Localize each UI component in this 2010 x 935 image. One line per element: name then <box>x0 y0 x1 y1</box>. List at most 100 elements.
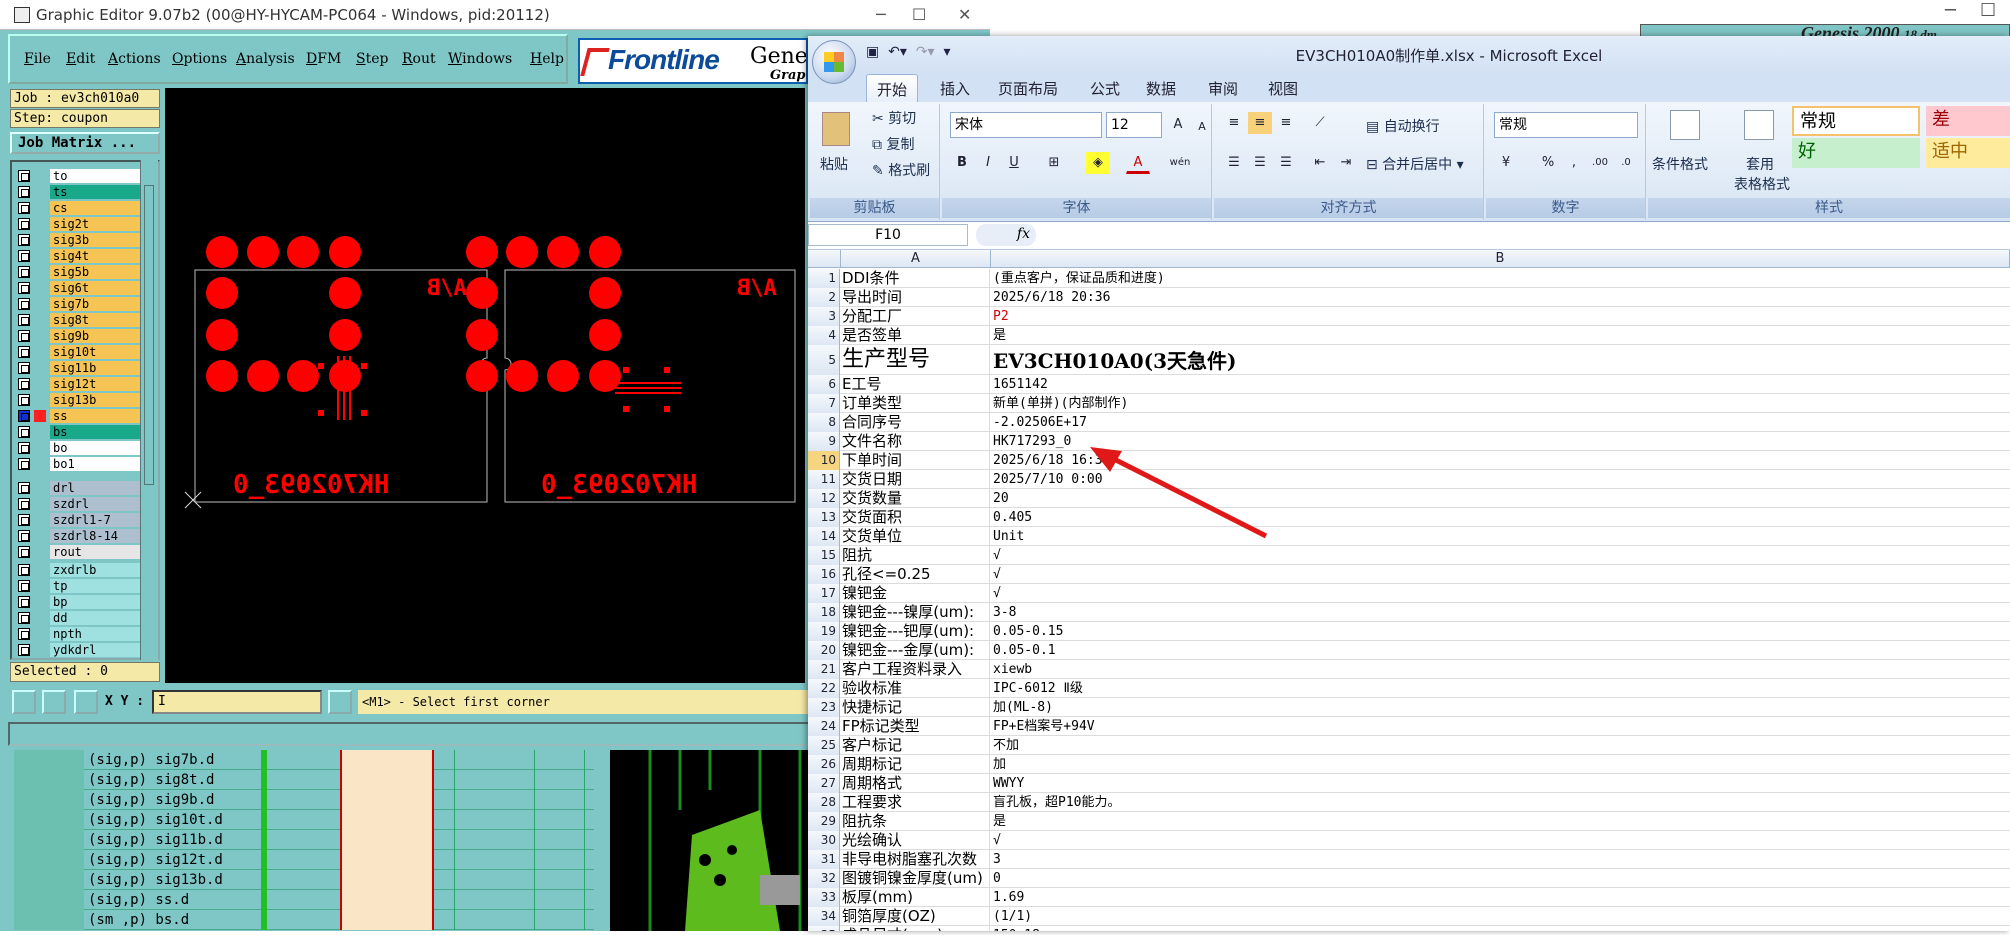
layer-row[interactable]: dd <box>16 610 146 626</box>
cell-a[interactable]: 光绘确认 <box>842 831 990 850</box>
cell-b[interactable]: √ <box>992 584 2010 603</box>
table-format-icon[interactable] <box>1744 110 1774 140</box>
wrap-text-button[interactable]: ▤ 自动换行 <box>1366 116 1440 136</box>
layer-row[interactable]: rout <box>16 544 146 560</box>
layer-name[interactable]: bo1 <box>50 457 146 471</box>
cell-b[interactable]: 2025/7/10 0:00 <box>992 470 2010 489</box>
layer-checkbox[interactable] <box>18 250 30 262</box>
layer-checkbox[interactable] <box>18 282 30 294</box>
layer-name[interactable]: sig2t <box>50 217 146 231</box>
layer-checkbox[interactable] <box>18 170 30 182</box>
cell-a[interactable]: 镍钯金 <box>842 584 990 603</box>
cell-b[interactable]: 2025/6/18 20:36 <box>992 288 2010 307</box>
cell-b[interactable]: xiewb <box>992 660 2010 679</box>
row-number[interactable]: 26 <box>808 755 840 774</box>
tab-view[interactable]: 视图 <box>1268 78 1298 99</box>
layer-name[interactable]: sig9b <box>50 329 146 343</box>
cell-b[interactable]: 3 <box>992 850 2010 869</box>
shrink-font-button[interactable]: A <box>1190 116 1214 138</box>
layer-checkbox[interactable] <box>18 596 30 608</box>
minimize-icon[interactable]: ─ <box>876 0 886 30</box>
paste-button[interactable]: 粘贴 <box>820 154 848 174</box>
cell-b[interactable]: 新单(单拼)(内部制作) <box>992 394 2010 413</box>
cell-a[interactable]: 交货单位 <box>842 527 990 546</box>
layer-table-row[interactable]: (sig,p) sig9b.d <box>14 790 594 810</box>
menu-windows[interactable]: Windows <box>448 51 512 67</box>
tab-insert[interactable]: 插入 <box>940 78 970 99</box>
cell-a[interactable]: 非导电树脂塞孔次数 <box>842 850 990 869</box>
font-size-select[interactable]: 12 <box>1106 112 1162 138</box>
layer-row[interactable]: sig11b <box>16 360 146 376</box>
menu-rout[interactable]: Rout <box>402 51 436 67</box>
row-number[interactable]: 24 <box>808 717 840 736</box>
cell-b[interactable]: 1651142 <box>992 375 2010 394</box>
row-number[interactable]: 34 <box>808 907 840 926</box>
maximize-icon[interactable]: ☐ <box>912 0 926 30</box>
layer-row[interactable]: cs <box>16 200 146 216</box>
cell-a[interactable]: 生产型号 <box>842 345 990 375</box>
cell-b[interactable]: (重点客户，保证品质和进度) <box>992 269 2010 288</box>
layer-row[interactable]: sig5b <box>16 264 146 280</box>
layer-name[interactable]: sig6t <box>50 281 146 295</box>
layer-row[interactable]: drl <box>16 480 146 496</box>
cell-a[interactable]: 铜箔厚度(OZ) <box>842 907 990 926</box>
row-number[interactable]: 33 <box>808 888 840 907</box>
layer-name[interactable]: bp <box>50 595 146 609</box>
layer-row[interactable]: sig6t <box>16 280 146 296</box>
select-all[interactable] <box>808 250 841 268</box>
layer-checkbox[interactable] <box>18 202 30 214</box>
font-name-select[interactable]: 宋体 <box>950 112 1102 138</box>
layer-row[interactable]: sig4t <box>16 248 146 264</box>
layer-checkbox[interactable] <box>18 546 30 558</box>
format-painter-button[interactable]: ✎ 格式刷 <box>872 160 930 180</box>
cell-a[interactable]: 客户工程资料录入 <box>842 660 990 679</box>
layer-name[interactable]: sig13b <box>50 393 146 407</box>
style-bad[interactable]: 差 <box>1926 106 2010 136</box>
align-top-icon[interactable]: ≡ <box>1222 112 1246 134</box>
layer-checkbox[interactable] <box>18 530 30 542</box>
cell-a[interactable]: 验收标准 <box>842 679 990 698</box>
row-number[interactable]: 15 <box>808 546 840 565</box>
cell-b[interactable]: 0.05-0.1 <box>992 641 2010 660</box>
row-number[interactable]: 13 <box>808 508 840 527</box>
layer-row[interactable]: ss <box>16 408 146 424</box>
row-number[interactable]: 1 <box>808 269 840 288</box>
command-line[interactable] <box>8 722 820 746</box>
layer-name[interactable]: drl <box>50 481 146 495</box>
row-number[interactable]: 5 <box>808 345 840 375</box>
cell-b[interactable]: √ <box>992 565 2010 584</box>
graphic-canvas[interactable]: A/B A/B HK702093_0 HK702093_0 <box>165 88 805 683</box>
menu-step[interactable]: Step <box>356 51 388 67</box>
row-number[interactable]: 20 <box>808 641 840 660</box>
layer-row[interactable]: sig13b <box>16 392 146 408</box>
row-number[interactable]: 30 <box>808 831 840 850</box>
zoom-icon[interactable] <box>12 690 36 714</box>
cell-a[interactable]: 图镀铜镍金厚度(um) <box>842 869 990 888</box>
restore-icon[interactable]: ☐ <box>1980 0 1996 21</box>
layer-name[interactable]: dd <box>50 611 146 625</box>
layer-checkbox[interactable] <box>18 186 30 198</box>
layer-name[interactable]: zxdrlb <box>50 563 146 577</box>
row-number[interactable]: 9 <box>808 432 840 451</box>
row-number[interactable]: 35 <box>808 926 840 931</box>
row-number[interactable]: 3 <box>808 307 840 326</box>
cell-b[interactable]: P2 <box>992 307 2010 326</box>
cell-b[interactable]: 0 <box>992 869 2010 888</box>
info-icon[interactable] <box>328 690 352 714</box>
layer-name[interactable]: sig12t <box>50 377 146 391</box>
cell-b[interactable]: WWYY <box>992 774 2010 793</box>
cell-b[interactable]: 是 <box>992 326 2010 345</box>
cell-a[interactable]: 孔径<=0.25 <box>842 565 990 584</box>
layer-name[interactable]: sig3b <box>50 233 146 247</box>
row-number[interactable]: 22 <box>808 679 840 698</box>
layer-row[interactable]: tp <box>16 578 146 594</box>
layer-checkbox[interactable] <box>18 218 30 230</box>
cell-a[interactable]: 镍钯金---金厚(um): <box>842 641 990 660</box>
layer-scrollbar[interactable] <box>140 160 158 660</box>
layer-row[interactable]: sig3b <box>16 232 146 248</box>
job-matrix-button[interactable]: Job Matrix ... <box>10 132 160 154</box>
cell-b[interactable]: 是 <box>992 812 2010 831</box>
layer-name[interactable]: sig5b <box>50 265 146 279</box>
layer-row[interactable]: ts <box>16 184 146 200</box>
cell-b[interactable]: HK717293_0 <box>992 432 2010 451</box>
